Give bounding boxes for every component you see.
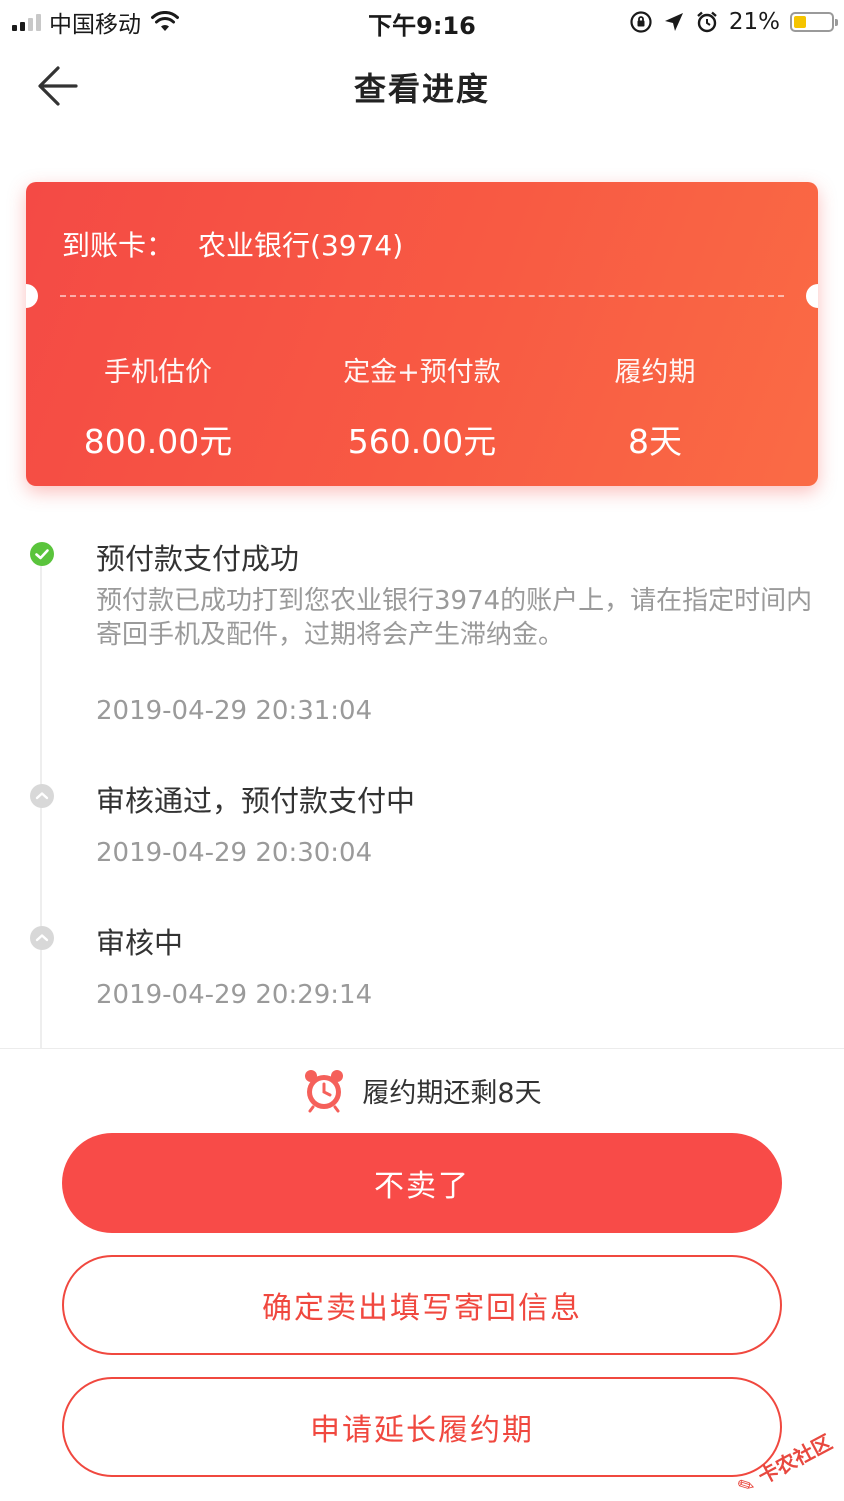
extend-period-button[interactable]: 申请延长履约期 [62, 1377, 782, 1477]
countdown-text: 履约期还剩8天 [362, 1077, 542, 1109]
timeline-time: 2019-04-29 20:31:04 [96, 696, 373, 726]
stat-value: 8天 [628, 422, 682, 461]
location-icon [664, 13, 683, 31]
page-title: 查看进度 [353, 70, 490, 108]
stat-value: 800.00元 [83, 422, 233, 461]
stat-performance-period: 履约期 8天 [590, 350, 720, 463]
action-panel: 履约期还剩8天 不卖了 确定卖出填写寄回信息 申请延长履约期 [0, 1048, 844, 1501]
timeline-time: 2019-04-29 20:29:14 [96, 980, 373, 1010]
status-bar: 中国移动 下午9:16 21% [0, 0, 844, 44]
payment-summary-card: 到账卡： 农业银行(3974) 手机估价 800.00元 定金+预付款 560.0… [26, 182, 818, 486]
stat-value: 560.00元 [347, 422, 497, 461]
card-notch-right [806, 284, 818, 308]
stat-label: 手机估价 [104, 357, 212, 388]
battery-icon [790, 12, 838, 32]
stat-phone-estimate: 手机估价 800.00元 [26, 350, 290, 463]
countdown-row: 履约期还剩8天 [0, 1067, 844, 1113]
timeline-title: 审核中 [96, 926, 184, 960]
stat-label: 定金+预付款 [343, 357, 501, 388]
timeline-title: 审核通过，预付款支付中 [96, 784, 416, 818]
timeline-title: 预付款支付成功 [96, 542, 300, 576]
account-label: 到账卡： [62, 229, 175, 262]
card-divider [60, 295, 784, 297]
battery-tip [835, 19, 838, 26]
stat-deposit-prepayment: 定金+预付款 560.00元 [290, 350, 554, 463]
card-notch-left [26, 284, 38, 308]
stat-label: 履约期 [614, 357, 696, 388]
navigation-bar: 查看进度 [0, 44, 844, 132]
account-row: 到账卡： 农业银行(3974) [62, 224, 403, 264]
confirm-sale-button[interactable]: 确定卖出填写寄回信息 [62, 1255, 782, 1355]
account-value: 农业银行(3974) [198, 229, 404, 262]
battery-level-fill [794, 16, 806, 28]
alarm-clock-icon [305, 1070, 344, 1113]
timeline-description: 预付款已成功打到您农业银行3974的账户上，请在指定时间内寄回手机及配件，过期将… [96, 586, 813, 650]
status-right: 21% [629, 8, 838, 36]
chevron-up-icon [30, 926, 54, 950]
timeline-time: 2019-04-29 20:30:04 [96, 838, 373, 868]
check-icon [30, 542, 54, 566]
orientation-lock-icon [630, 11, 652, 33]
cancel-sale-button[interactable]: 不卖了 [62, 1133, 782, 1233]
alarm-icon [697, 11, 717, 33]
chevron-up-icon [30, 784, 54, 808]
battery-percent: 21% [728, 9, 780, 35]
progress-timeline: 预付款支付成功 预付款已成功打到您农业银行3974的账户上，请在指定时间内寄回手… [0, 520, 844, 1050]
